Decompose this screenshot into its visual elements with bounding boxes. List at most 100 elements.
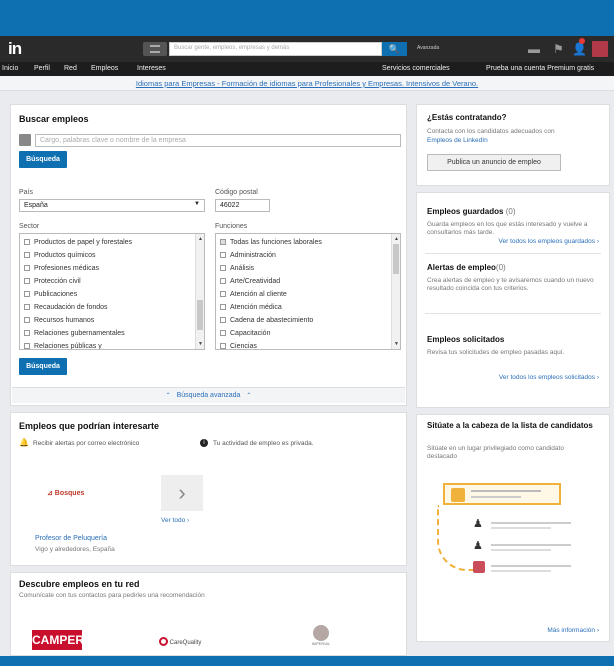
filter-icon[interactable]: [143, 42, 167, 56]
job-alerts-text: Crea alertas de empleo y te avisaremos c…: [427, 277, 594, 292]
sector-item[interactable]: Productos químicos: [24, 252, 95, 259]
network-jobs-subtitle: Comunícate con tus contactos para pedirl…: [19, 592, 205, 599]
country-label: País: [19, 189, 34, 196]
person-icon: ♟: [473, 540, 483, 552]
function-item[interactable]: Capacitación: [220, 330, 270, 337]
scroll-thumb[interactable]: [393, 244, 399, 274]
sector-list[interactable]: Productos de papel y forestales Producto…: [19, 233, 205, 350]
post-job-button[interactable]: Publica un anuncio de empleo: [427, 154, 561, 171]
sector-item[interactable]: Recursos humanos: [24, 317, 94, 324]
job-search-title: Buscar empleos: [19, 114, 89, 124]
divider: [425, 313, 601, 314]
function-item[interactable]: Análisis: [220, 265, 254, 272]
scroll-up-icon[interactable]: ▲: [197, 236, 204, 242]
featured-illustration: ♟ ♟: [437, 479, 587, 603]
ad-banner[interactable]: Idiomas para Empresas - Formación de idi…: [0, 76, 614, 91]
ad-banner-text[interactable]: Idiomas para Empresas - Formación de idi…: [136, 79, 478, 88]
nav-item-inicio[interactable]: Inicio: [2, 65, 18, 72]
search-button[interactable]: Búsqueda: [19, 151, 67, 168]
advanced-search-label: Búsqueda avanzada: [176, 392, 241, 399]
functions-scrollbar[interactable]: ▲ ▼: [391, 234, 400, 349]
nav-item-intereses[interactable]: Intereses: [137, 65, 166, 72]
top-bar: in Buscar gente, empleos, empresas y dem…: [0, 36, 614, 62]
add-connection-icon[interactable]: 👤: [572, 42, 587, 56]
job-search-card: Buscar empleos Cargo, palabras clave o n…: [10, 104, 407, 406]
notification-badge: [579, 38, 585, 44]
functions-label: Funciones: [215, 223, 248, 230]
function-item[interactable]: Atención médica: [220, 304, 282, 311]
main-nav: Inicio Perfil Red Empleos Intereses Serv…: [0, 62, 614, 76]
avatar[interactable]: [592, 41, 608, 57]
search-button[interactable]: 🔍: [382, 42, 407, 56]
imperial-crest-icon: [313, 625, 329, 641]
carequality-logo[interactable]: CareQuality: [159, 637, 201, 646]
scroll-up-icon[interactable]: ▲: [393, 236, 400, 242]
linkedin-jobs-page: in Buscar gente, empleos, empresas y dem…: [0, 36, 614, 656]
imperial-logo[interactable]: IMPERIAL: [291, 625, 351, 646]
featured-applicant-card: Sitúate a la cabeza de la lista de candi…: [416, 414, 610, 642]
function-item[interactable]: Todas las funciones laborales: [220, 239, 322, 246]
hiring-text: Contacta con los candidatos adecuados co…: [427, 128, 555, 135]
nav-item-perfil[interactable]: Perfil: [34, 65, 50, 72]
next-arrow-icon[interactable]: ›: [161, 475, 203, 511]
hiring-title: ¿Estás contratando?: [427, 113, 507, 122]
sector-item[interactable]: Recaudación de fondos: [24, 304, 108, 311]
postal-code-label: Código postal: [215, 189, 258, 196]
sector-item[interactable]: Publicaciones: [24, 291, 77, 298]
nav-item-business-services[interactable]: Servicios comerciales: [382, 65, 450, 72]
flag-icon[interactable]: ⚑: [553, 42, 564, 56]
sector-label: Sector: [19, 223, 40, 230]
screenshot-frame-top: [0, 0, 614, 36]
function-item[interactable]: Arte/Creatividad: [220, 278, 280, 285]
saved-jobs-link[interactable]: Ver todos los empleos guardados ›: [499, 238, 599, 245]
search-button-bottom[interactable]: Búsqueda: [19, 358, 67, 375]
function-item[interactable]: Cadena de abastecimiento: [220, 317, 313, 324]
sector-item[interactable]: Profesiones médicas: [24, 265, 99, 272]
chevron-up-icon: ⌃: [165, 393, 171, 399]
job-title-link[interactable]: Profesor de Peluquería: [35, 535, 107, 542]
featured-title: Sitúate a la cabeza de la lista de candi…: [427, 421, 593, 430]
hiring-card: ¿Estás contratando? Contacta con los can…: [416, 104, 610, 186]
linkedin-logo[interactable]: in: [8, 39, 22, 59]
featured-text: Sitúate en un lugar privilegiado como ca…: [427, 445, 564, 460]
learn-more-link[interactable]: Más información ›: [547, 627, 599, 634]
sector-item[interactable]: Relaciones públicas y: [24, 343, 102, 349]
search-input[interactable]: Buscar gente, empleos, empresas y demás: [169, 42, 382, 56]
sector-item[interactable]: Relaciones gubernamentales: [24, 330, 125, 337]
messages-icon[interactable]: ▬: [528, 42, 540, 56]
country-select[interactable]: España ▼: [19, 199, 205, 212]
postal-code-input[interactable]: 46022: [215, 199, 270, 212]
my-jobs-card: Empleos guardados (0) Guarda empleos en …: [416, 192, 610, 408]
applied-jobs-link[interactable]: Ver todos los empleos solicitados ›: [499, 374, 599, 381]
linkedin-jobs-link[interactable]: Empleos de LinkedIn: [427, 137, 488, 144]
scroll-thumb[interactable]: [197, 300, 203, 330]
network-jobs-title: Descubre empleos en tu red: [19, 579, 140, 589]
sector-item[interactable]: Productos de papel y forestales: [24, 239, 132, 246]
saved-jobs-text: Guarda empleos en los que estás interesa…: [427, 221, 588, 236]
advanced-search-link[interactable]: Avanzada: [417, 45, 439, 51]
person-icon: ♟: [473, 518, 483, 530]
keyword-input[interactable]: Cargo, palabras clave o nombre de la emp…: [35, 134, 401, 147]
scroll-down-icon[interactable]: ▼: [197, 341, 204, 347]
nav-item-red[interactable]: Red: [64, 65, 77, 72]
sector-scrollbar[interactable]: ▲ ▼: [195, 234, 204, 349]
suggested-jobs-title: Empleos que podrían interesarte: [19, 421, 160, 431]
applied-jobs-title: Empleos solicitados: [427, 335, 505, 344]
view-all-link[interactable]: Ver todo ›: [161, 517, 189, 524]
search-icon: 🔍: [388, 44, 401, 54]
camper-logo[interactable]: CAMPER: [32, 630, 84, 650]
company-logo[interactable]: ⊿ Bosques: [47, 489, 84, 497]
sector-item[interactable]: Protección civil: [24, 278, 81, 285]
nav-item-premium[interactable]: Prueba una cuenta Premium gratis: [486, 65, 594, 72]
info-icon: i: [200, 439, 208, 447]
functions-list[interactable]: Todas las funciones laborales Administra…: [215, 233, 401, 350]
country-value: España: [24, 202, 48, 209]
function-item[interactable]: Administración: [220, 252, 276, 259]
scroll-down-icon[interactable]: ▼: [393, 341, 400, 347]
nav-item-empleos[interactable]: Empleos: [91, 65, 118, 72]
advanced-search-toggle[interactable]: ⌃ Búsqueda avanzada ⌃: [12, 387, 405, 403]
function-item[interactable]: Ciencias: [220, 343, 257, 349]
network-jobs-card: Descubre empleos en tu red Comunícate co…: [10, 572, 407, 656]
email-alerts-link[interactable]: Recibir alertas por correo electrónico: [33, 440, 139, 447]
function-item[interactable]: Atención al cliente: [220, 291, 287, 298]
